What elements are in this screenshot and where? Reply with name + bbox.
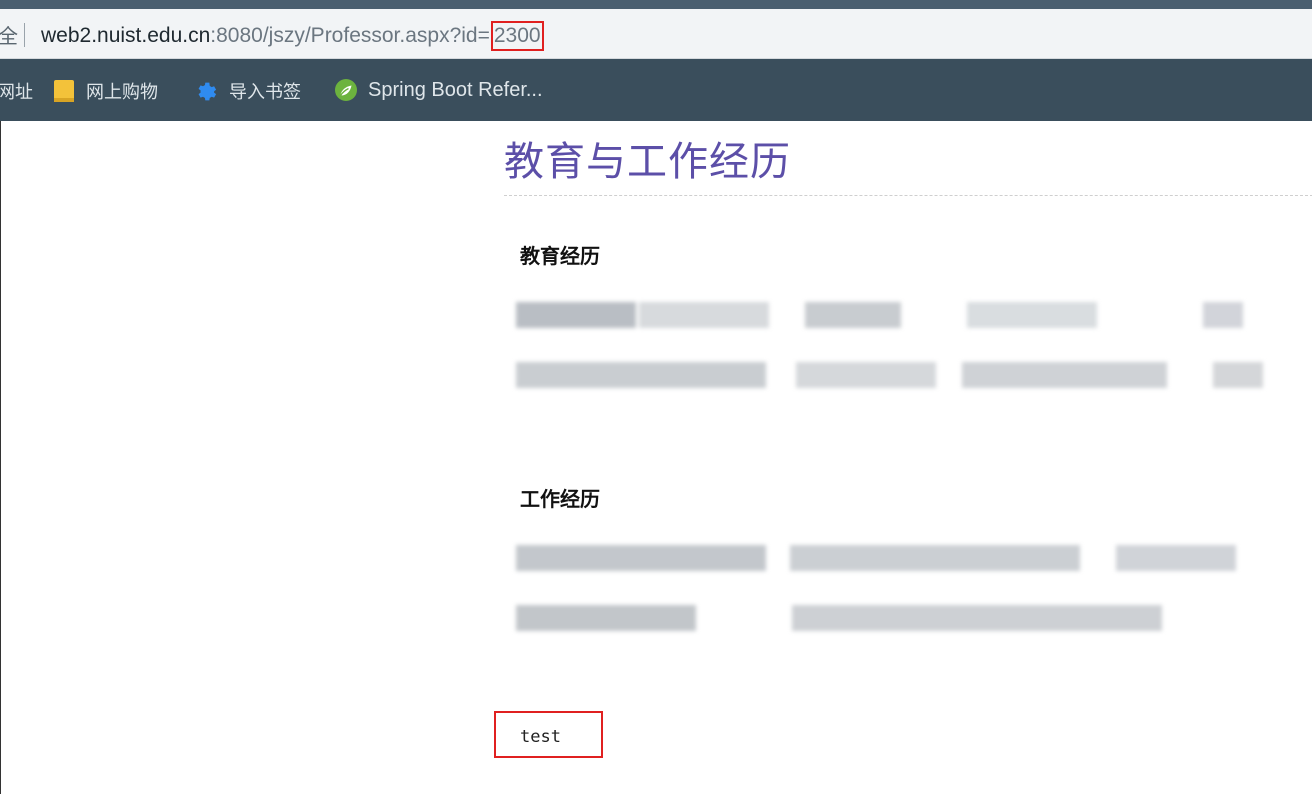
bookmark-partial-label: 网址 [0,82,33,103]
bookmarks-bar: 网址 网上购物 导入书签 Spring Boot Refer... [0,59,1312,121]
title-divider [504,195,1312,196]
bookmark-online-shopping[interactable]: 网上购物 [54,78,158,104]
bookmark-label: Spring Boot Refer... [368,78,543,101]
address-divider [24,23,25,47]
gear-icon [198,82,217,101]
redacted-education-line-2 [516,362,1266,388]
url-path: :8080/jszy/Professor.aspx?id= [210,24,490,47]
bookmark-label: 导入书签 [229,82,301,103]
redacted-work-line-1 [516,545,1239,571]
page-content: 教育与工作经历 教育经历 工作经历 test [0,121,1312,794]
bookmark-import[interactable]: 导入书签 [195,78,301,104]
spring-leaf-icon [335,79,357,101]
test-text: test [520,727,561,747]
folder-icon [54,80,74,102]
bookmark-label: 网上购物 [86,82,158,103]
redacted-education-line-1 [516,302,1246,328]
redacted-work-line-2 [516,605,1165,631]
security-label-partial[interactable]: 全 [0,20,18,49]
work-heading: 工作经历 [520,487,600,511]
education-heading: 教育经历 [520,244,600,268]
url-id-highlight: 2300 [490,21,544,51]
bookmark-spring-boot[interactable]: Spring Boot Refer... [334,78,543,102]
url-field[interactable]: web2.nuist.edu.cn:8080/jszy/Professor.as… [41,21,544,51]
url-domain: web2.nuist.edu.cn [41,24,211,47]
window-top-strip [0,0,1312,9]
page-title: 教育与工作经历 [504,139,791,185]
address-bar[interactable]: 全 web2.nuist.edu.cn:8080/jszy/Professor.… [0,9,1312,59]
bookmark-partial[interactable]: 网址 [0,78,33,104]
